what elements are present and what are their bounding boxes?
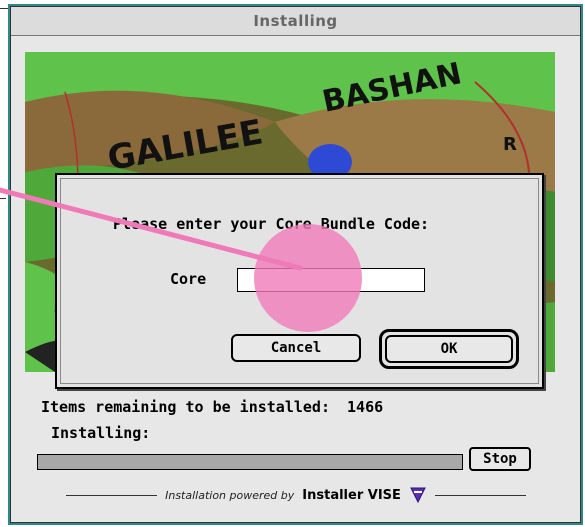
- cancel-button[interactable]: Cancel: [231, 334, 361, 362]
- vise-logo-icon: [410, 487, 426, 504]
- install-progress-bar: [37, 454, 463, 470]
- core-code-input[interactable]: [237, 268, 425, 292]
- code-entry-dialog: Please enter your Core Bundle Code: Core…: [55, 173, 544, 389]
- map-label-r: R: [503, 134, 517, 155]
- installing-label: Installing:: [51, 424, 151, 442]
- window-title: Installing: [253, 12, 338, 30]
- core-field-label: Core: [170, 270, 207, 288]
- powered-by-text: Installation powered by: [165, 488, 295, 502]
- stop-button[interactable]: Stop: [469, 447, 531, 471]
- product-name: Installer VISE: [302, 487, 401, 503]
- installer-window: Installing BASHAN GALILEE R Please enter…: [10, 6, 581, 523]
- ok-button[interactable]: OK: [385, 335, 513, 363]
- footer-branding: Installation powered by Installer VISE: [66, 485, 527, 505]
- remaining-status: Items remaining to be installed: 1466: [41, 398, 383, 416]
- remaining-count: 1466: [347, 398, 384, 416]
- footer-rule-right: [434, 494, 527, 496]
- footer-rule-left: [66, 494, 158, 496]
- title-bar[interactable]: Installing: [11, 7, 580, 36]
- background-window-tick: [0, 198, 6, 199]
- remaining-label: Items remaining to be installed:: [41, 398, 330, 416]
- dialog-prompt: Please enter your Core Bundle Code:: [113, 215, 430, 233]
